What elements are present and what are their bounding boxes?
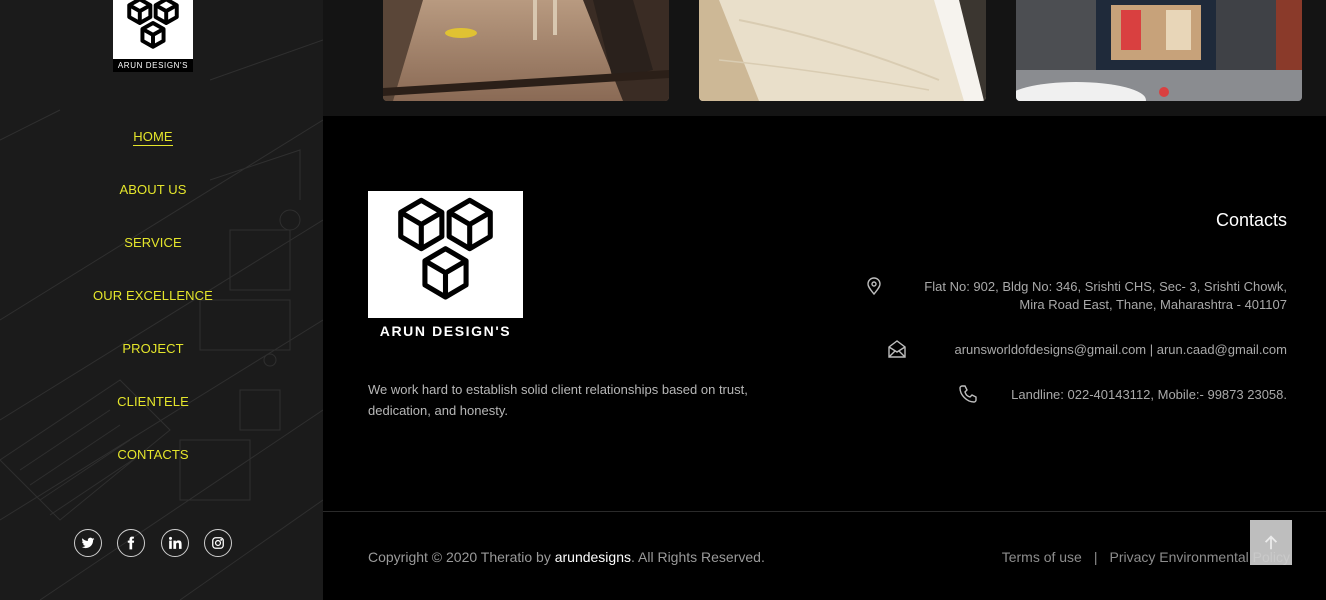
footer-divider bbox=[323, 511, 1326, 512]
copyright-prefix: Copyright © 2020 Theratio by bbox=[368, 549, 555, 565]
instagram-icon bbox=[212, 537, 224, 549]
address-line-1: Flat No: 902, Bldg No: 346, Srishti CHS,… bbox=[924, 279, 1287, 294]
contact-address: Flat No: 902, Bldg No: 346, Srishti CHS,… bbox=[924, 278, 1287, 314]
location-pin-icon bbox=[864, 276, 884, 296]
facebook-button[interactable] bbox=[117, 529, 145, 557]
sidebar-logo-text: ARUN DESIGN'S bbox=[113, 59, 193, 72]
nav-item-service[interactable]: SERVICE bbox=[0, 234, 306, 252]
sidebar-logo[interactable]: ARUN DESIGN'S bbox=[113, 0, 193, 72]
scroll-to-top-button[interactable] bbox=[1250, 520, 1292, 565]
sidebar: ARUN DESIGN'S HOME ABOUT US SERVICE OUR … bbox=[0, 0, 323, 600]
project-image-3-illustration bbox=[1016, 0, 1302, 101]
project-image-3[interactable] bbox=[1016, 0, 1302, 101]
contact-email[interactable]: arunsworldofdesigns@gmail.com | arun.caa… bbox=[954, 341, 1287, 359]
link-separator: | bbox=[1093, 549, 1098, 565]
nav-item-clientele[interactable]: CLIENTELE bbox=[0, 393, 306, 411]
terms-of-use-link[interactable]: Terms of use bbox=[1002, 549, 1082, 565]
project-image-2[interactable] bbox=[699, 0, 986, 101]
address-line-2: Mira Road East, Thane, Maharashtra - 401… bbox=[1019, 297, 1287, 312]
copyright-suffix: . All Rights Reserved. bbox=[631, 549, 765, 565]
nav-item-home[interactable]: HOME bbox=[0, 128, 306, 146]
copyright-text: Copyright © 2020 Theratio by arundesigns… bbox=[368, 549, 765, 565]
linkedin-button[interactable] bbox=[161, 529, 189, 557]
footer-tagline: We work hard to establish solid client r… bbox=[368, 382, 748, 418]
facebook-icon bbox=[127, 536, 135, 550]
instagram-button[interactable] bbox=[204, 529, 232, 557]
copyright-brand-link[interactable]: arundesigns bbox=[555, 549, 631, 565]
project-image-1[interactable] bbox=[383, 0, 669, 101]
nav-item-our-excellence[interactable]: OUR EXCELLENCE bbox=[0, 287, 306, 305]
footer-logo[interactable]: ARUN DESIGN'S bbox=[368, 191, 523, 345]
contacts-heading: Contacts bbox=[1215, 210, 1287, 230]
project-image-2-illustration bbox=[699, 0, 986, 101]
project-image-1-illustration bbox=[383, 0, 669, 101]
nav-item-contacts[interactable]: CONTACTS bbox=[0, 446, 306, 464]
phone-icon bbox=[958, 384, 978, 404]
footer-brand-name: ARUN DESIGN'S bbox=[379, 323, 512, 339]
footer-links: Terms of use | Privacy Environmental Polic… bbox=[1002, 549, 1290, 565]
nav-item-project[interactable]: PROJECT bbox=[0, 340, 306, 358]
arrow-up-icon bbox=[1264, 534, 1278, 549]
nav-item-about-us[interactable]: ABOUT US bbox=[0, 181, 306, 199]
twitter-icon bbox=[81, 537, 95, 549]
twitter-button[interactable] bbox=[74, 529, 102, 557]
cube-logo-icon bbox=[127, 0, 179, 49]
envelope-icon bbox=[887, 339, 907, 359]
contact-phone[interactable]: Landline: 022-40143112, Mobile:- 99873 2… bbox=[1011, 386, 1287, 404]
cube-logo-icon bbox=[398, 197, 493, 300]
linkedin-icon bbox=[168, 536, 182, 549]
